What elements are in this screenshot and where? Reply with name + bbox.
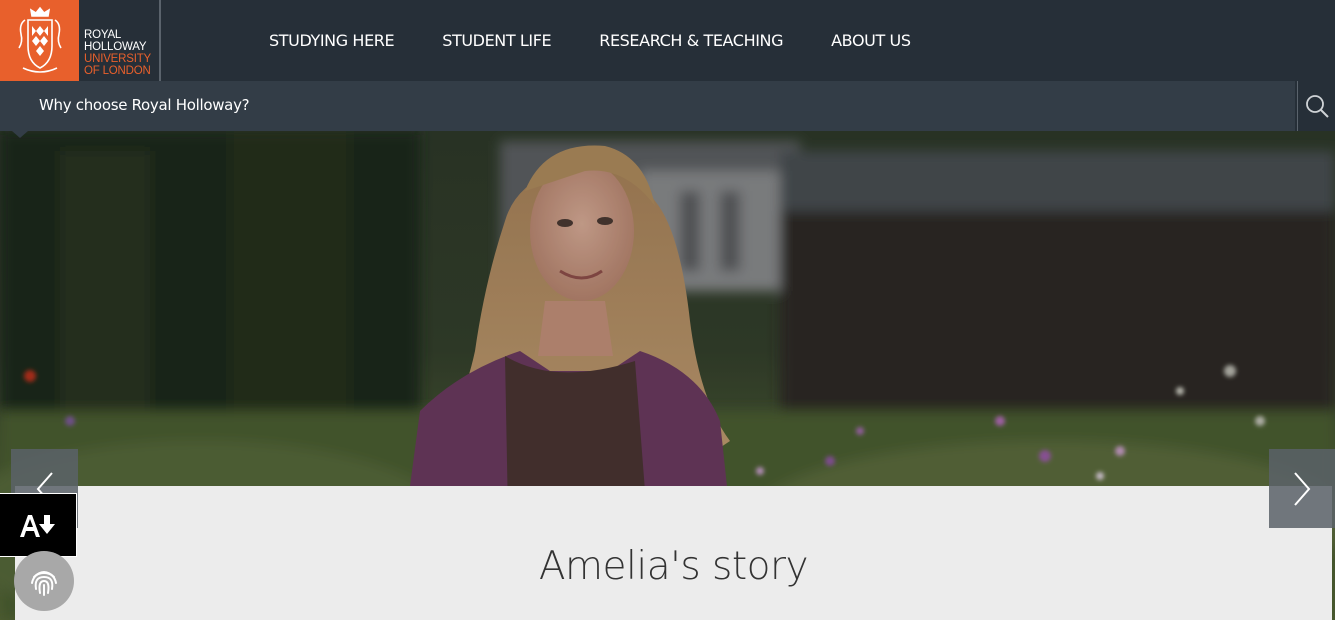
search-icon (1305, 95, 1329, 118)
logo-line-holloway: HOLLOWAY (84, 41, 147, 53)
main-nav: STUDYING HERE STUDENT LIFE RESEARCH & TE… (245, 0, 935, 81)
search-button[interactable] (1297, 81, 1335, 131)
accessibility-widget-button[interactable] (14, 551, 74, 611)
nav-item-student-life[interactable]: STUDENT LIFE (418, 31, 575, 50)
logo[interactable] (0, 0, 79, 81)
fingerprint-icon (31, 571, 57, 596)
logo-line-london: OF LONDON (84, 65, 151, 77)
nav-item-about-us[interactable]: ABOUT US (807, 31, 934, 50)
nav-item-studying-here[interactable]: STUDYING HERE (245, 31, 418, 50)
logo-wordmark[interactable]: ROYAL HOLLOWAY UNIVERSITY OF LONDON (84, 29, 151, 77)
story-title: Amelia's story (538, 544, 809, 589)
story-card: Amelia's story (15, 486, 1332, 620)
accessibility-toolbar-button[interactable] (0, 493, 77, 557)
logo-line-university: UNIVERSITY (84, 53, 152, 65)
section-bar-pointer (12, 131, 28, 138)
nav-item-research-teaching[interactable]: RESEARCH & TEACHING (575, 31, 807, 50)
logo-divider (159, 0, 161, 81)
text-download-icon (20, 515, 55, 537)
section-bar: Why choose Royal Holloway? (0, 81, 1295, 131)
logo-line-royal: ROYAL (84, 29, 122, 41)
carousel-next-button[interactable] (1269, 449, 1335, 528)
chevron-right-icon (1294, 471, 1311, 506)
section-title[interactable]: Why choose Royal Holloway? (39, 96, 250, 114)
crest-icon (17, 6, 62, 73)
site-header: ROYAL HOLLOWAY UNIVERSITY OF LONDON STUD… (0, 0, 1335, 81)
